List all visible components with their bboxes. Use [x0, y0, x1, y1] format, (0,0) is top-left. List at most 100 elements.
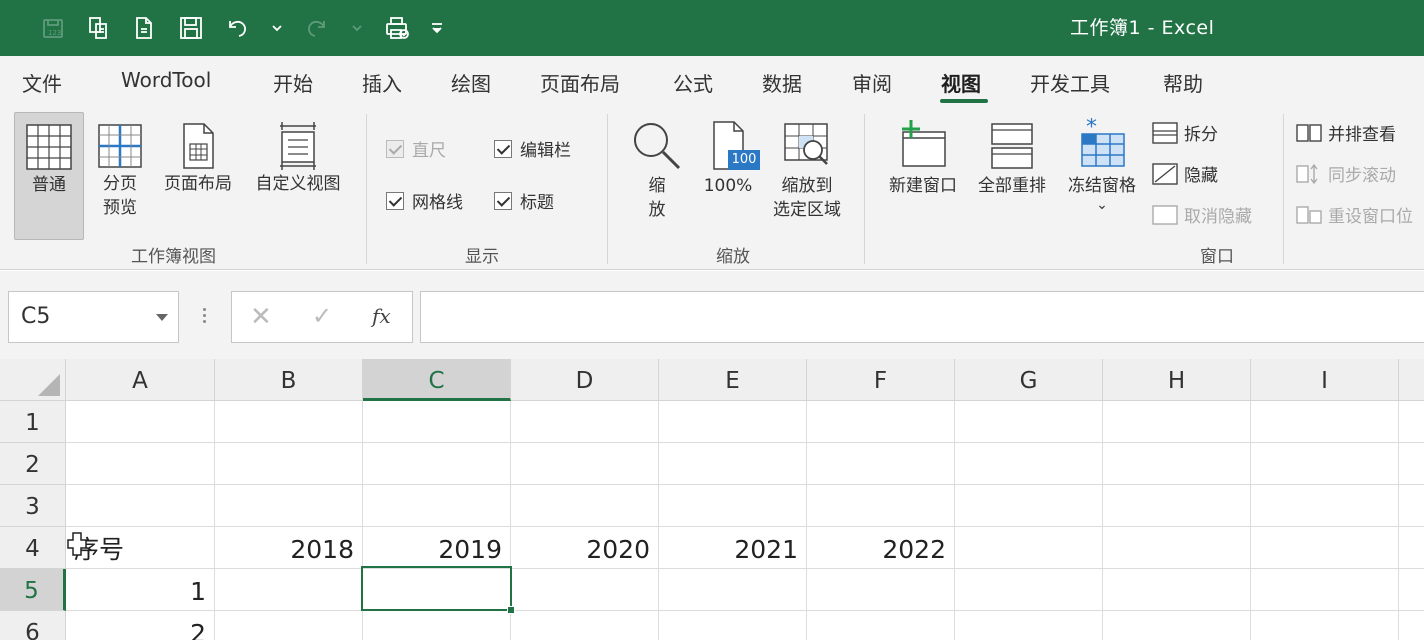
cell-e4[interactable]: 2021 [659, 527, 807, 569]
tab-formulas[interactable]: 公式 [673, 68, 713, 97]
name-box[interactable]: C5 [8, 291, 179, 343]
cell-partial[interactable] [1399, 611, 1424, 640]
tab-data[interactable]: 数据 [762, 68, 802, 97]
page-layout-view-button[interactable]: 页面布局 [156, 112, 240, 240]
cell-b5[interactable] [215, 569, 363, 611]
cell-f6[interactable] [807, 611, 955, 640]
column-header-g[interactable]: G [955, 359, 1103, 401]
cell-e6[interactable] [659, 611, 807, 640]
row-header-2[interactable]: 2 [0, 443, 66, 485]
tab-wordtool[interactable]: WordTool [121, 68, 211, 92]
cell-partial[interactable] [1399, 443, 1424, 485]
cell-c4[interactable]: 2019 [363, 527, 511, 569]
tab-insert[interactable]: 插入 [362, 68, 402, 97]
save-icon[interactable] [168, 10, 214, 46]
column-header-i[interactable]: I [1251, 359, 1399, 401]
cell-f3[interactable] [807, 485, 955, 527]
tab-view[interactable]: 视图 [941, 68, 981, 97]
tab-review[interactable]: 审阅 [852, 68, 892, 97]
cell-b2[interactable] [215, 443, 363, 485]
formula-bar-checkbox[interactable]: 编辑栏 [494, 136, 571, 161]
cell-a2[interactable] [66, 443, 215, 485]
cell-i1[interactable] [1251, 401, 1399, 443]
cell-h2[interactable] [1103, 443, 1251, 485]
new-file-icon[interactable] [76, 10, 122, 46]
cell-e1[interactable] [659, 401, 807, 443]
cell-h4[interactable] [1103, 527, 1251, 569]
split-button[interactable]: 拆分 [1152, 120, 1218, 145]
cell-partial[interactable] [1399, 569, 1424, 611]
cell-partial[interactable] [1399, 527, 1424, 569]
headings-checkbox-box[interactable] [494, 191, 512, 210]
cell-i3[interactable] [1251, 485, 1399, 527]
gridlines-checkbox[interactable]: 网格线 [386, 188, 463, 213]
cell-i5[interactable] [1251, 569, 1399, 611]
tab-file[interactable]: 文件 [22, 68, 62, 97]
cell-h3[interactable] [1103, 485, 1251, 527]
cell-f4[interactable]: 2022 [807, 527, 955, 569]
cell-h5[interactable] [1103, 569, 1251, 611]
autosave-icon[interactable]: 123 [30, 10, 76, 46]
column-header-c[interactable]: C [363, 359, 511, 401]
cell-partial[interactable] [1399, 485, 1424, 527]
hide-button[interactable]: 隐藏 [1152, 161, 1218, 186]
name-box-dropdown-icon[interactable] [156, 314, 168, 321]
cell-b3[interactable] [215, 485, 363, 527]
row-header-1[interactable]: 1 [0, 401, 66, 443]
cell-d3[interactable] [511, 485, 659, 527]
cell-e2[interactable] [659, 443, 807, 485]
column-header-a[interactable]: A [66, 359, 215, 401]
cell-g2[interactable] [955, 443, 1103, 485]
column-header-d[interactable]: D [511, 359, 659, 401]
cell-b1[interactable] [215, 401, 363, 443]
cell-a4[interactable]: 序号 [66, 527, 215, 569]
custom-views-button[interactable]: 自定义视图 [246, 112, 350, 240]
normal-view-button[interactable]: 普通 [14, 112, 84, 240]
customize-qat-icon[interactable] [420, 10, 454, 46]
cell-a3[interactable] [66, 485, 215, 527]
formula-bar-checkbox-box[interactable] [494, 139, 512, 158]
page-break-preview-button[interactable]: 分页 预览 [88, 112, 152, 240]
cell-c1[interactable] [363, 401, 511, 443]
cell-f5[interactable] [807, 569, 955, 611]
zoom-100-button[interactable]: 100 100% [696, 112, 760, 240]
column-header-j[interactable] [1399, 359, 1424, 401]
formula-bar-resize-handle[interactable] [199, 305, 209, 329]
column-header-h[interactable]: H [1103, 359, 1251, 401]
cell-d4[interactable]: 2020 [511, 527, 659, 569]
freeze-panes-button[interactable]: * 冻结窗格 ⌄ [1058, 112, 1146, 240]
new-window-button[interactable]: 新建窗口 [880, 112, 966, 240]
cell-d5[interactable] [511, 569, 659, 611]
cell-f2[interactable] [807, 443, 955, 485]
cell-d2[interactable] [511, 443, 659, 485]
cell-b6[interactable] [215, 611, 363, 640]
cell-h6[interactable] [1103, 611, 1251, 640]
cell-h1[interactable] [1103, 401, 1251, 443]
headings-checkbox[interactable]: 标题 [494, 188, 554, 213]
open-file-icon[interactable] [122, 10, 168, 46]
cell-e5[interactable] [659, 569, 807, 611]
cell-g3[interactable] [955, 485, 1103, 527]
cell-b4[interactable]: 2018 [215, 527, 363, 569]
cell-a5[interactable]: 1 [66, 569, 215, 611]
select-all-button[interactable] [0, 359, 66, 401]
cell-f1[interactable] [807, 401, 955, 443]
row-header-5[interactable]: 5 [0, 569, 66, 611]
zoom-button[interactable]: 缩 放 [626, 112, 688, 240]
tab-draw[interactable]: 绘图 [451, 68, 491, 97]
cell-c2[interactable] [363, 443, 511, 485]
cell-g5[interactable] [955, 569, 1103, 611]
row-header-6[interactable]: 6 [0, 611, 66, 640]
cell-c3[interactable] [363, 485, 511, 527]
cell-c6[interactable] [363, 611, 511, 640]
print-preview-icon[interactable] [374, 10, 420, 46]
active-cell-selection[interactable] [361, 566, 515, 614]
tab-developer[interactable]: 开发工具 [1030, 68, 1110, 97]
freeze-panes-dropdown-icon[interactable]: ⌄ [1058, 198, 1146, 212]
cell-i6[interactable] [1251, 611, 1399, 640]
zoom-to-selection-button[interactable]: 缩放到 选定区域 [762, 112, 852, 240]
undo-icon[interactable] [214, 10, 260, 46]
cell-partial[interactable] [1399, 401, 1424, 443]
undo-dropdown-icon[interactable] [260, 10, 294, 46]
formula-input[interactable] [420, 291, 1424, 343]
